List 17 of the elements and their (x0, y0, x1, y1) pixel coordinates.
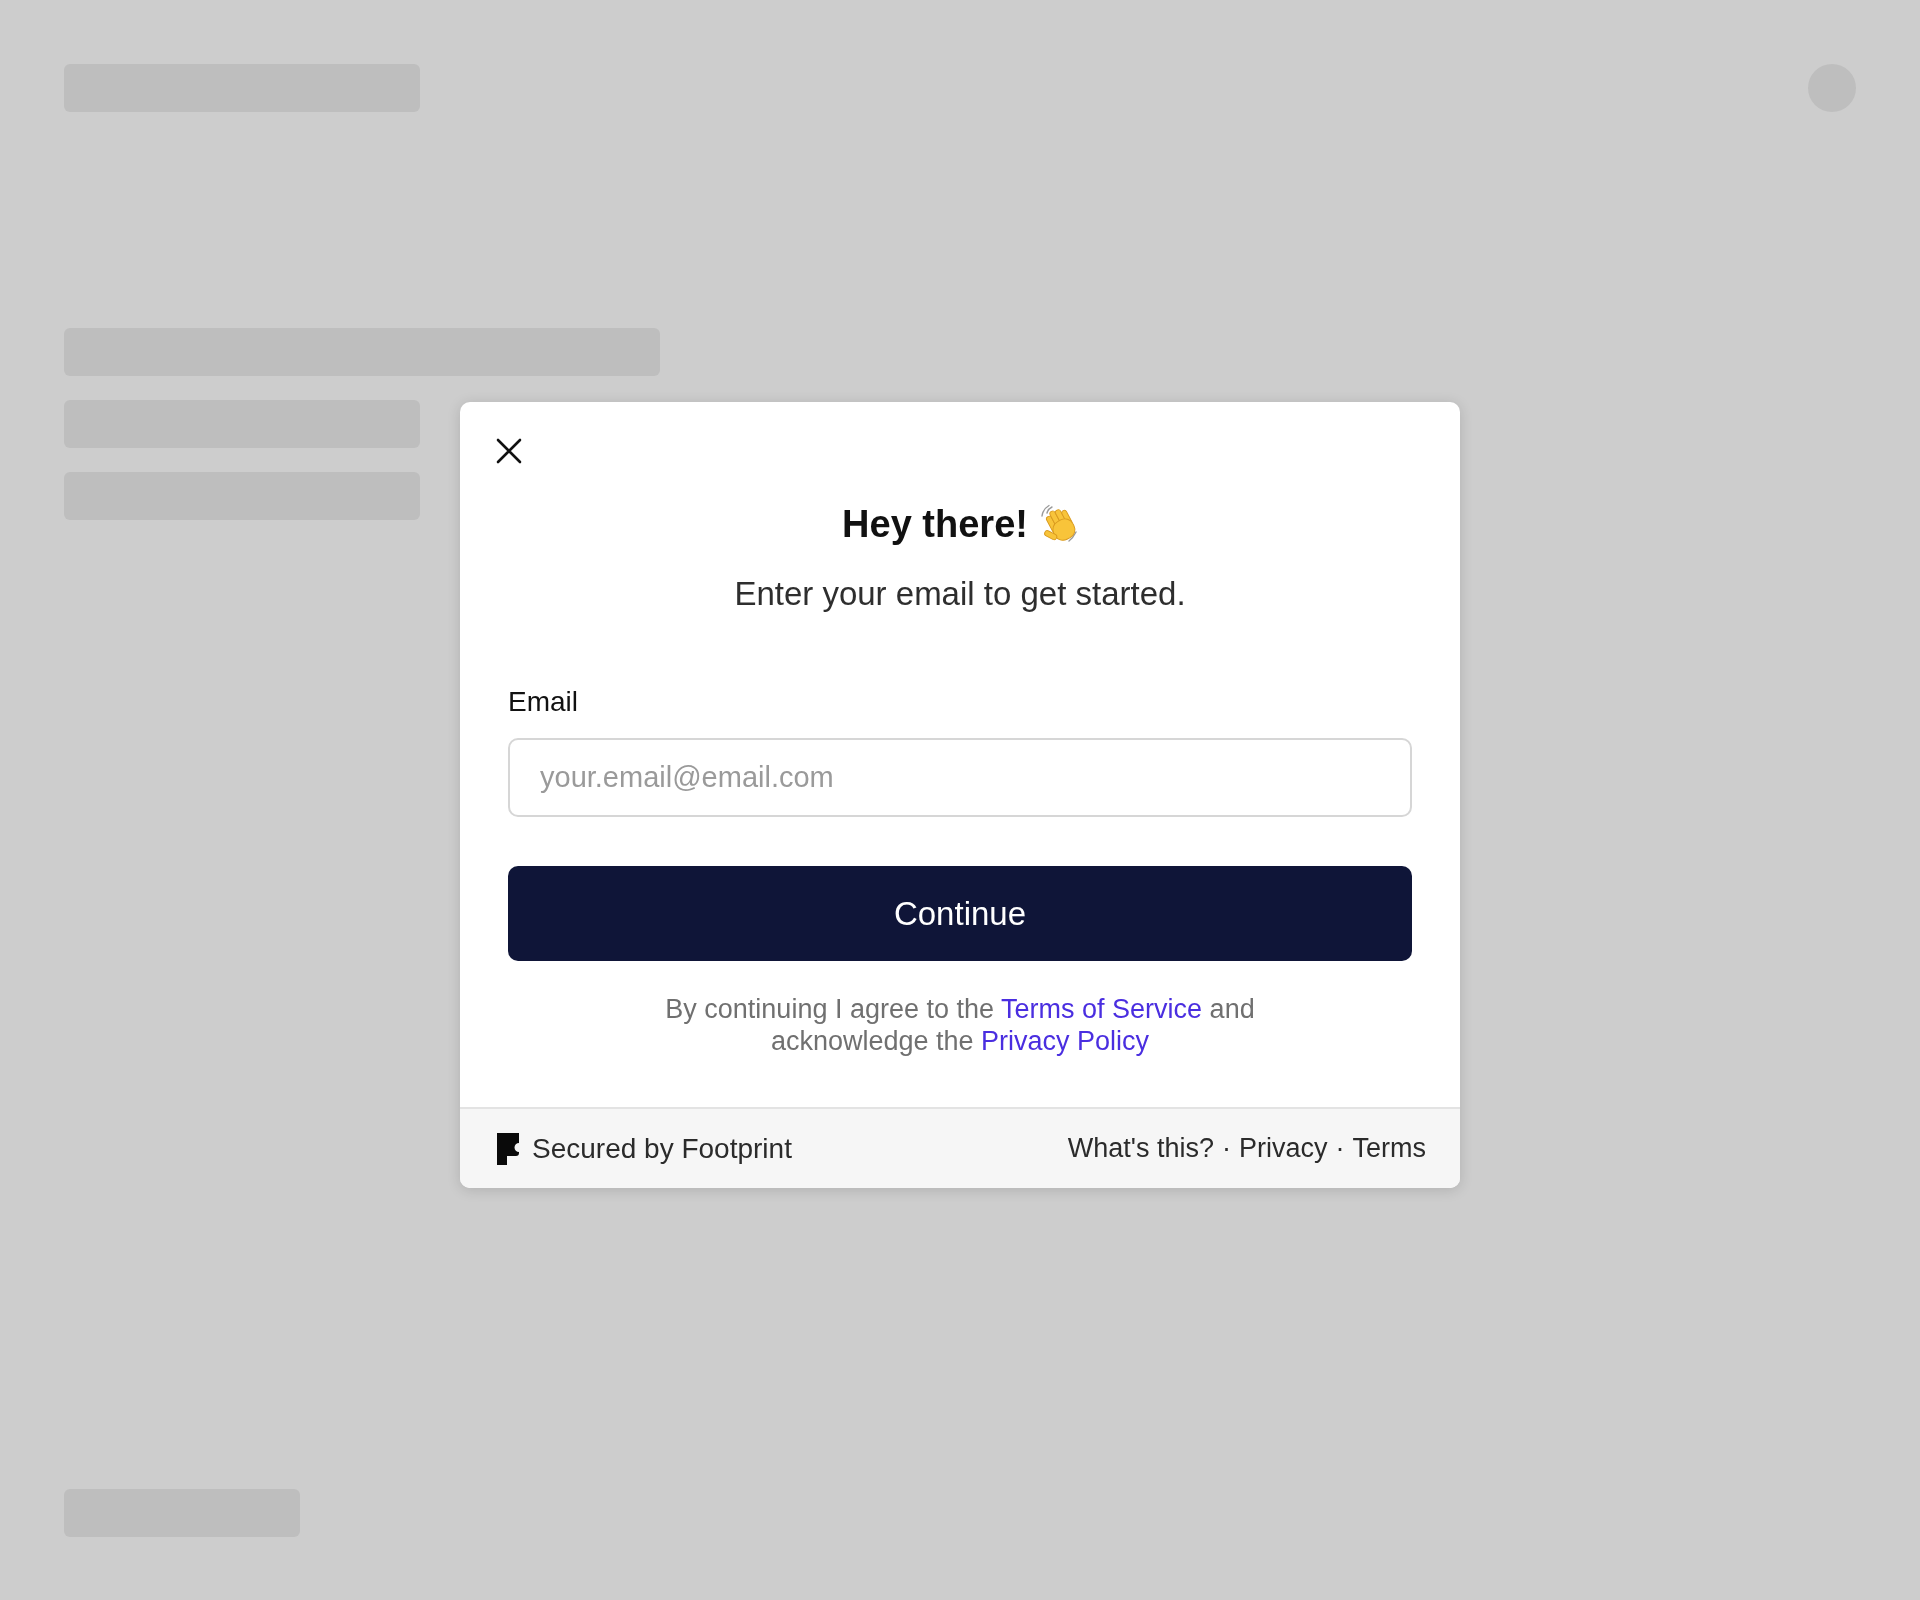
footer-link[interactable]: Terms (1352, 1133, 1426, 1164)
consent-text: By continuing I agree to the Terms of Service and acknowledge the Privacy Policy (664, 993, 1256, 1057)
email-label: Email (508, 688, 578, 716)
consent-link[interactable]: Privacy Policy (981, 1026, 1150, 1056)
dialog-subtitle: Enter your email to get started. (733, 577, 1187, 611)
footer-link[interactable]: Privacy (1239, 1133, 1328, 1164)
dialog-title: Hey there! (842, 504, 1028, 544)
logo-icon (497, 1132, 519, 1165)
footer-link[interactable]: What's this? (1067, 1133, 1214, 1164)
brand-text: Secured by Footprint (532, 1132, 792, 1165)
close-icon (495, 437, 523, 465)
link-separator: · (1335, 1133, 1345, 1164)
link-separator: · (1222, 1133, 1231, 1164)
close-button[interactable] (495, 437, 523, 465)
continue-button[interactable]: Continue (508, 866, 1412, 961)
email-input[interactable]: your.email@email.com (508, 738, 1412, 817)
consent-link[interactable]: Terms of Service (1001, 994, 1203, 1024)
